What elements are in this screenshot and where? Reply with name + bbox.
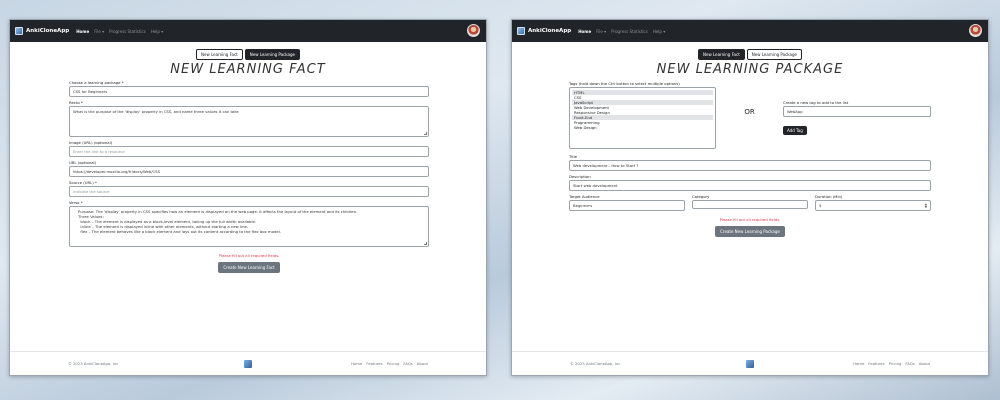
footer-link-pricing[interactable]: Pricing [387,361,400,366]
url-label: URL (optional) [69,160,97,165]
duration-input[interactable]: 5 ▲ ▼ [815,200,931,211]
tags-label: Tags (hold down the Ctrl button to selec… [569,81,680,86]
footer-link-home[interactable]: Home [351,361,362,366]
category-label: Category [692,194,710,199]
verso-textarea[interactable]: Purpose: The 'display' property in CSS s… [69,206,429,247]
footer-link-about[interactable]: About [919,361,930,366]
footer-link-pricing[interactable]: Pricing [889,361,902,366]
description-input[interactable]: Start web development [569,180,931,191]
verso-text: Purpose: The 'display' property in CSS s… [78,209,358,234]
add-tag-button[interactable]: Add Tag [783,126,807,135]
footer: © 2023 AnkiCloneApp, Inc Home Features P… [10,351,486,375]
footer: © 2023 AnkiCloneApp, Inc Home Features P… [512,351,988,375]
meta-row: Target Audience Beginners Category Durat… [569,191,931,211]
brand-name: AnkiCloneApp [26,28,70,34]
navbar: AnkiCloneApp Home File ▾ Progress Statis… [512,20,988,42]
or-divider: OR [744,108,755,116]
page-title: NEW LEARNING PACKAGE [656,62,844,77]
copyright: © 2023 AnkiCloneApp, Inc [570,361,621,366]
url-input[interactable]: https://developer.mozilla.org/fr/docs/We… [69,166,429,177]
verso-label: Verso * [69,200,83,205]
recto-label: Recto * [69,100,83,105]
nav-file[interactable]: File ▾ [596,29,606,34]
form-toggle: New Learning Fact New Learning Package [10,49,486,60]
app-logo-icon [517,27,525,35]
tags-multiselect[interactable]: HTML CSS JavaScript Web Development Responsi… [569,87,716,149]
brand[interactable]: AnkiCloneApp [517,27,571,35]
nav-progress-statistics[interactable]: Progress Statistics [109,29,146,34]
create-fact-button[interactable]: Create New Learning Fact [218,262,280,273]
package-select-label: Choose a learning package * [69,80,124,85]
package-window: AnkiCloneApp Home File ▾ Progress Statis… [511,19,989,376]
recto-textarea[interactable]: What is the purpose of the 'display' pro… [69,106,429,137]
new-tag-group: Create a new tag to add to the list WebA… [783,97,931,136]
nav-progress-statistics[interactable]: Progress Statistics [611,29,648,34]
page-title: NEW LEARNING FACT [170,62,326,77]
image-url-input[interactable]: Enter the link to a resource [69,146,429,157]
footer-link-features[interactable]: Features [366,361,382,366]
description-label: Description [569,174,591,179]
footer-links: Home Features Pricing FAQs About [351,361,428,366]
nav-home[interactable]: Home [76,29,89,34]
nav-file[interactable]: File ▾ [94,29,104,34]
new-fact-toggle-button[interactable]: New Learning Fact [697,49,745,60]
new-package-toggle-button[interactable]: New Learning Package [244,49,300,60]
avatar[interactable] [969,24,982,37]
footer-link-features[interactable]: Features [868,361,884,366]
fact-window: AnkiCloneApp Home File ▾ Progress Statis… [9,19,487,376]
avatar[interactable] [467,24,480,37]
nav-links: Home File ▾ Progress Statistics Help ▾ [578,29,665,34]
resize-handle-icon[interactable] [424,242,427,245]
image-url-label: Image (URL) (optional) [69,140,113,145]
title-input[interactable]: Web development - How to Start ? [569,160,931,171]
footer-link-home[interactable]: Home [853,361,864,366]
footer-link-faqs[interactable]: FAQs [905,361,914,366]
package-form: Tags (hold down the Ctrl button to selec… [569,81,931,237]
recto-text: What is the purpose of the 'display' pro… [73,109,239,114]
footer-link-about[interactable]: About [417,361,428,366]
copyright: © 2023 AnkiCloneApp, Inc [68,361,119,366]
audience-input[interactable]: Beginners [569,200,685,211]
fact-form: Choose a learning package * CSS for Begi… [69,80,429,273]
form-toggle: New Learning Fact New Learning Package [512,49,988,60]
new-tag-label: Create a new tag to add to the list [783,100,849,105]
navbar: AnkiCloneApp Home File ▾ Progress Statis… [10,20,486,42]
new-fact-toggle-button[interactable]: New Learning Fact [195,49,243,60]
title-label: Title [569,154,578,159]
duration-value: 5 [819,203,822,208]
footer-link-faqs[interactable]: FAQs [403,361,412,366]
nav-help[interactable]: Help ▾ [653,29,665,34]
nav-help[interactable]: Help ▾ [151,29,163,34]
footer-links: Home Features Pricing FAQs About [853,361,930,366]
app-logo-icon [15,27,23,35]
brand[interactable]: AnkiCloneApp [15,27,69,35]
footer-logo-icon[interactable] [746,360,754,368]
brand-name: AnkiCloneApp [528,28,572,34]
nav-links: Home File ▾ Progress Statistics Help ▾ [76,29,163,34]
tag-option[interactable]: Web Design [572,125,713,130]
spinner-icon[interactable]: ▲ ▼ [925,203,927,209]
duration-label: Duration (Min) [815,194,843,199]
create-package-button[interactable]: Create New Learning Package [715,226,785,237]
source-input[interactable]: Indicate the source [69,186,429,197]
error-message: Please fill out all required fields. [719,217,781,222]
audience-label: Target Audience [569,194,600,199]
source-label: Source (URL) * [69,180,97,185]
error-message: Please fill out all required fields. [218,253,280,258]
footer-logo-icon[interactable] [244,360,252,368]
new-package-toggle-button[interactable]: New Learning Package [746,49,802,60]
new-tag-input[interactable]: WebApp [783,106,931,117]
resize-handle-icon[interactable] [424,132,427,135]
package-select[interactable]: CSS for Beginners [69,86,429,97]
nav-home[interactable]: Home [578,29,591,34]
category-input[interactable] [692,200,808,209]
